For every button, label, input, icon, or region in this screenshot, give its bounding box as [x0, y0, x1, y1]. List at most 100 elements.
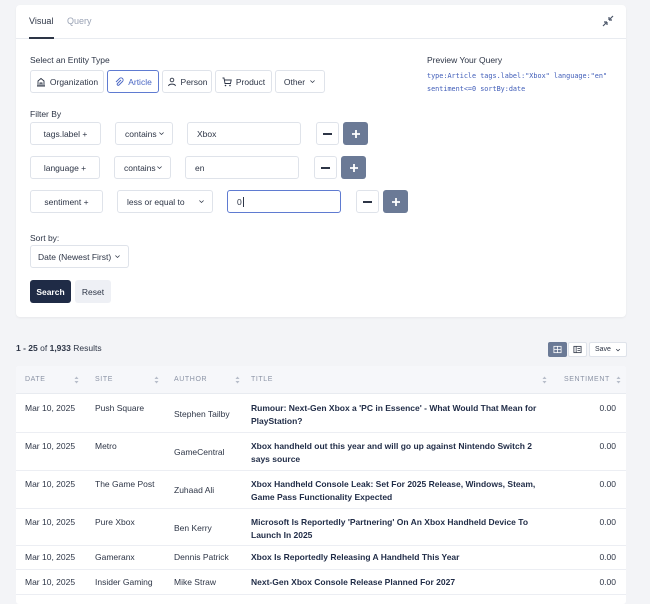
person-icon: [167, 77, 176, 86]
cell-title[interactable]: Xbox handheld out this year and will go …: [251, 440, 543, 466]
table-row[interactable]: Mar 10, 2025 Metro GameCentral Xbox hand…: [16, 433, 626, 471]
filter-operator-select[interactable]: contains: [114, 156, 171, 179]
operator-label: contains: [124, 162, 156, 173]
cell-author: Zuhaad Ali: [174, 485, 215, 495]
filter-field-select[interactable]: tags.label +: [30, 122, 101, 145]
filter-operator-select[interactable]: less or equal to: [117, 190, 213, 213]
entity-type-title: Select an Entity Type: [30, 55, 110, 65]
title-line: Game Pass Functionality Expected: [251, 492, 393, 502]
preview-query-line: type:Article tags.label:"Xbox" language:…: [427, 72, 608, 80]
entity-type-label: Person: [180, 76, 208, 87]
active-tab-indicator: [29, 37, 54, 39]
chevron-down-icon: [159, 132, 164, 136]
value-text: 0: [237, 196, 242, 207]
title-line: Rumour: Next-Gen Xbox a 'PC in Essence' …: [251, 403, 537, 413]
remove-filter-button[interactable]: [356, 190, 379, 213]
results-of: of: [40, 343, 48, 353]
cell-author: Dennis Patrick: [174, 552, 229, 562]
table-row[interactable]: Mar 10, 2025 The Game Post Zuhaad Ali Xb…: [16, 471, 626, 509]
column-header-sentiment[interactable]: SENTIMENT: [564, 376, 610, 383]
cell-date: Mar 10, 2025: [25, 577, 76, 587]
cell-title[interactable]: Xbox Is Reportedly Releasing A Handheld …: [251, 551, 543, 564]
plus-icon: [349, 163, 358, 172]
table-row[interactable]: Mar 10, 2025 Pure Xbox Ben Kerry Microso…: [16, 509, 626, 546]
entity-type-other-dropdown[interactable]: Other: [275, 70, 325, 93]
sort-icon[interactable]: [542, 376, 547, 384]
sort-icon[interactable]: [235, 376, 240, 384]
entity-type-label: Product: [235, 76, 266, 87]
filter-operator-select[interactable]: contains: [115, 122, 173, 145]
minus-icon: [363, 200, 372, 203]
sort-icon[interactable]: [74, 376, 79, 384]
reset-button[interactable]: Reset: [75, 280, 111, 303]
filter-field-select[interactable]: language +: [30, 156, 100, 179]
table-row[interactable]: Mar 10, 2025 Gameranx Dennis Patrick Xbo…: [16, 546, 626, 570]
column-header-author[interactable]: AUTHOR: [174, 376, 207, 383]
card-view-icon: [573, 345, 582, 354]
cell-author: Stephen Tailby: [174, 409, 230, 419]
cell-site: Insider Gaming: [95, 577, 153, 587]
collapse-icon[interactable]: [602, 15, 614, 27]
entity-type-person[interactable]: Person: [162, 70, 212, 93]
cell-site: Pure Xbox: [95, 517, 135, 527]
entity-type-label: Article: [128, 76, 152, 87]
add-filter-button[interactable]: [341, 156, 366, 179]
filter-value-input[interactable]: en: [185, 156, 299, 179]
column-header-site[interactable]: SITE: [95, 376, 113, 383]
entity-type-label: Organization: [49, 76, 99, 87]
save-label: Save: [595, 346, 611, 353]
paperclip-icon: [115, 77, 124, 86]
cell-date: Mar 10, 2025: [25, 517, 76, 527]
table-row[interactable]: Mar 10, 2025 Insider Gaming Mike Straw N…: [16, 570, 626, 595]
title-line: Microsoft Is Reportedly 'Partnering' On …: [251, 517, 529, 527]
title-line: says source: [251, 454, 301, 464]
cell-date: Mar 10, 2025: [25, 441, 76, 451]
chevron-down-icon: [310, 80, 315, 84]
operator-label: less or equal to: [127, 196, 185, 207]
filter-value-input[interactable]: 0: [227, 190, 341, 213]
tab-visual[interactable]: Visual: [29, 16, 53, 26]
results-range: 1 - 25: [16, 343, 38, 353]
grid-view-button[interactable]: [548, 342, 567, 357]
tab-query[interactable]: Query: [67, 16, 92, 26]
table-view-icon: [553, 345, 562, 354]
filter-by-title: Filter By: [30, 109, 62, 119]
entity-type-article[interactable]: Article: [107, 70, 159, 93]
sort-icon[interactable]: [154, 376, 159, 384]
cell-title[interactable]: Rumour: Next-Gen Xbox a 'PC in Essence' …: [251, 402, 543, 428]
title-line: PlayStation?: [251, 416, 303, 426]
title-line: Xbox handheld out this year and will go …: [251, 441, 532, 451]
cell-date: Mar 10, 2025: [25, 479, 76, 489]
sort-select[interactable]: Date (Newest First): [30, 245, 129, 268]
entity-type-label: Other: [283, 76, 306, 87]
cell-title[interactable]: Next-Gen Xbox Console Release Planned Fo…: [251, 576, 543, 589]
search-button[interactable]: Search: [30, 280, 71, 303]
preview-query-title: Preview Your Query: [427, 55, 503, 65]
operator-label: contains: [125, 128, 157, 139]
table-row[interactable]: Mar 10, 2025 Push Square Stephen Tailby …: [16, 395, 626, 433]
sort-value: Date (Newest First): [38, 251, 112, 262]
chevron-down-icon: [115, 255, 120, 259]
column-header-title[interactable]: TITLE: [251, 376, 273, 383]
cell-site: The Game Post: [95, 479, 155, 489]
chevron-down-icon: [199, 200, 204, 204]
sort-icon[interactable]: [616, 376, 621, 384]
card-view-button[interactable]: [568, 342, 587, 357]
cell-title[interactable]: Microsoft Is Reportedly 'Partnering' On …: [251, 516, 543, 542]
results-total: 1,933: [49, 343, 71, 353]
save-dropdown[interactable]: Save: [589, 342, 627, 357]
building-icon: [36, 77, 45, 86]
filter-value-input[interactable]: Xbox: [187, 122, 301, 145]
filter-field-select[interactable]: sentiment +: [30, 190, 103, 213]
remove-filter-button[interactable]: [314, 156, 337, 179]
cell-title[interactable]: Xbox Handheld Console Leak: Set For 2025…: [251, 478, 543, 504]
add-filter-button[interactable]: [383, 190, 408, 213]
add-filter-button[interactable]: [343, 122, 368, 145]
title-line: Xbox Handheld Console Leak: Set For 2025…: [251, 479, 536, 489]
cell-site: Push Square: [95, 403, 145, 413]
entity-type-organization[interactable]: Organization: [30, 70, 104, 93]
cell-sentiment: 0.00: [599, 403, 616, 413]
remove-filter-button[interactable]: [316, 122, 339, 145]
column-header-date[interactable]: DATE: [25, 376, 46, 383]
entity-type-product[interactable]: Product: [215, 70, 272, 93]
